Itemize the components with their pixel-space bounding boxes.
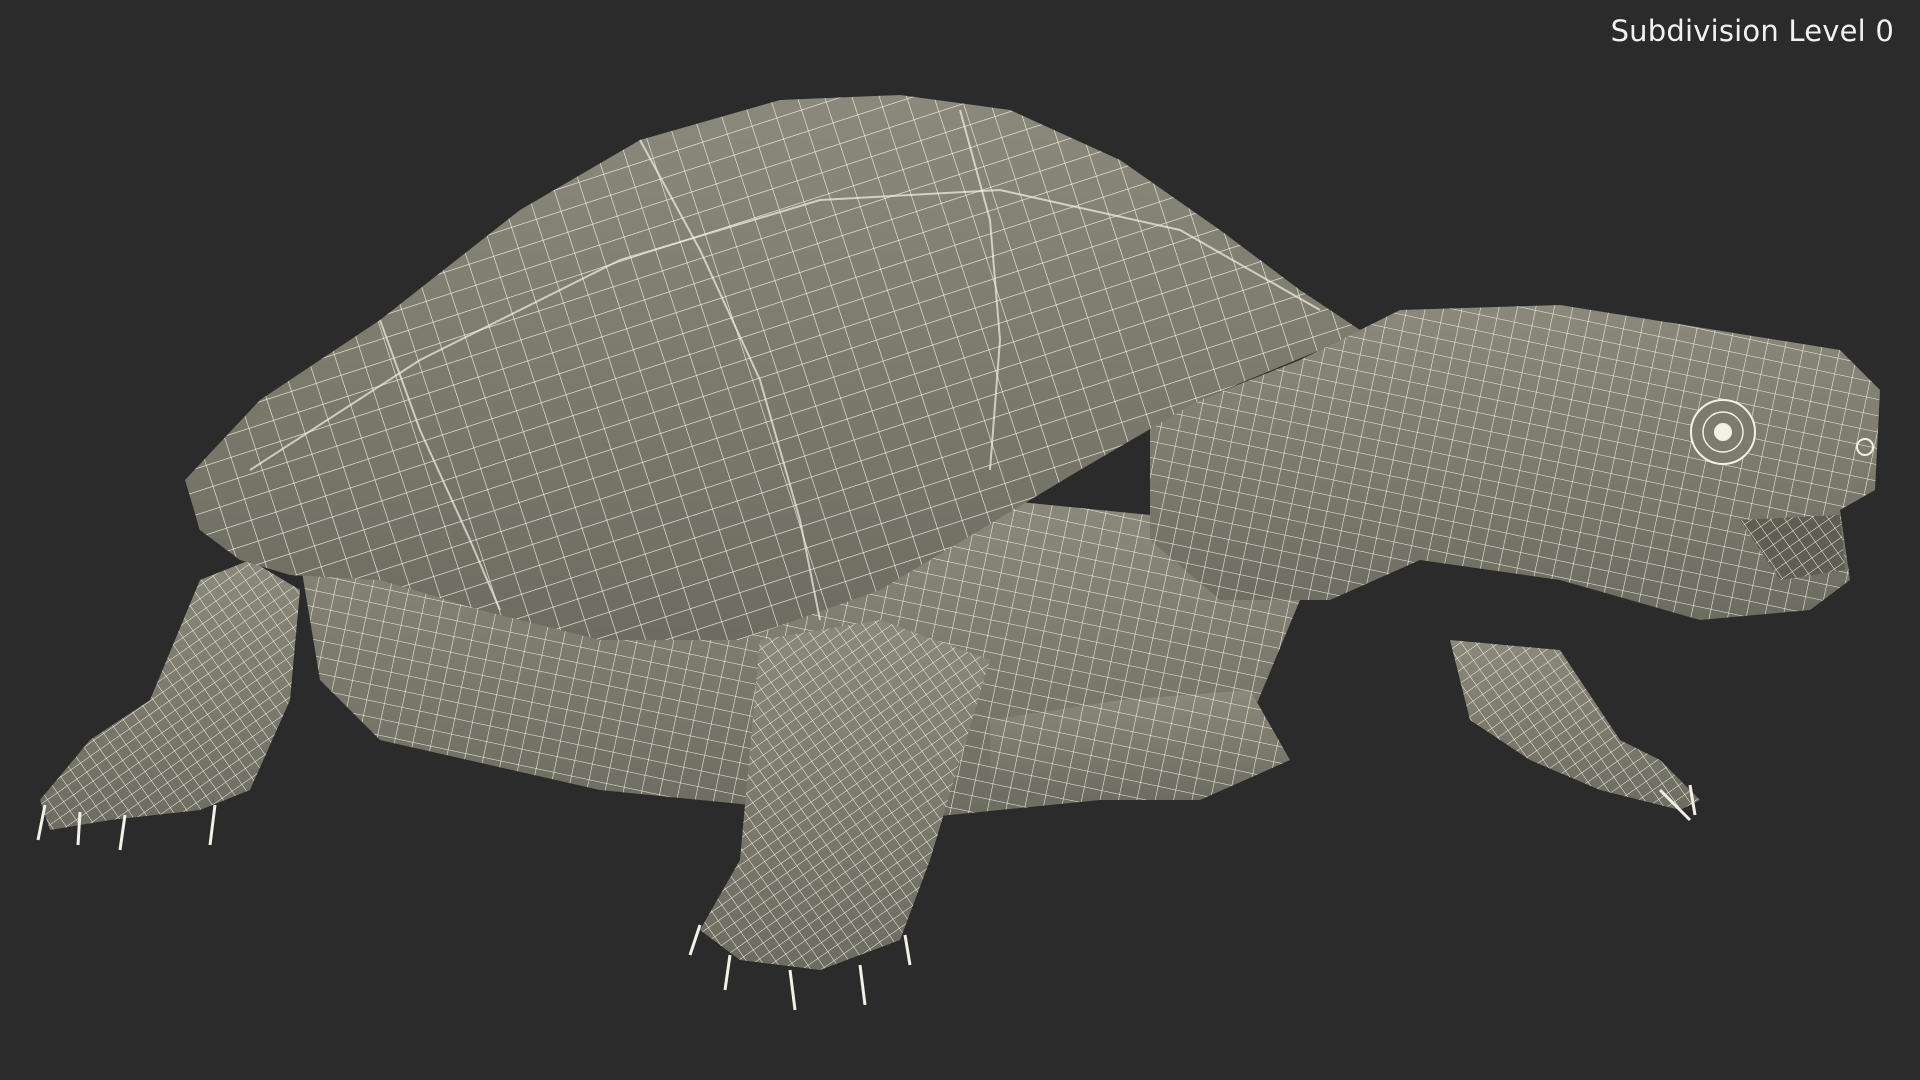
far-front-leg: [1450, 640, 1700, 822]
turtle-wireframe-render: [36, 95, 1880, 1011]
rear-leg: [36, 560, 300, 851]
subdivision-level-label: Subdivision Level 0: [1610, 14, 1894, 48]
render-viewport: Subdivision Level 0: [0, 0, 1920, 1080]
